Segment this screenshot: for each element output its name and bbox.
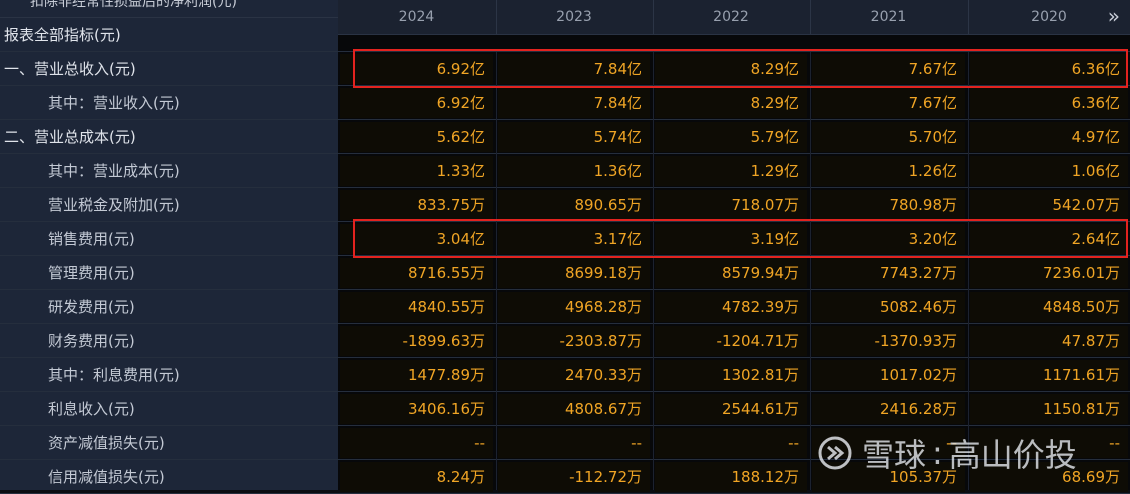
value-cell-2020: 4.97亿 bbox=[1071, 128, 1120, 146]
row-label: 营业税金及附加(元) bbox=[48, 196, 180, 214]
watermark-brand: 雪球 bbox=[862, 436, 927, 474]
table-row[interactable]: 营业税金及附加(元) 833.75万 890.65万 718.07万 780.98万 54… bbox=[0, 188, 1130, 222]
value-cell-2022: 4782.39万 bbox=[721, 298, 799, 316]
table-row[interactable]: 其中：利息费用(元) 1477.89万 2470.33万 1302.81万 1017.0… bbox=[0, 358, 1130, 392]
highlight-box bbox=[353, 49, 1128, 88]
value-cell-2023: 5.74亿 bbox=[593, 128, 642, 146]
value-cell-2023: 4968.28万 bbox=[564, 298, 642, 316]
value-cell-2023: -2303.87万 bbox=[559, 332, 642, 350]
value-cell-2024: -- bbox=[474, 434, 485, 452]
row-label: 财务费用(元) bbox=[48, 332, 135, 350]
value-cell-2021: 1017.02万 bbox=[879, 366, 957, 384]
table-row[interactable]: 研发费用(元) 4840.55万 4968.28万 4782.39万 5082.46万 4… bbox=[0, 290, 1130, 324]
value-cell-2020: 7236.01万 bbox=[1042, 264, 1120, 282]
value-cell-2021: 7.67亿 bbox=[908, 94, 957, 112]
value-cell-2023: 4808.67万 bbox=[564, 400, 642, 418]
value-cell-2022: 2544.61万 bbox=[721, 400, 799, 418]
value-cell-2024: 8.24万 bbox=[436, 468, 485, 486]
table-row[interactable]: 管理费用(元) 8716.55万 8699.18万 8579.94万 7743.27万 7… bbox=[0, 256, 1130, 290]
value-cell-2023: 1.36亿 bbox=[593, 162, 642, 180]
watermark-separator: : bbox=[932, 434, 943, 472]
watermark: 雪球 : 高山价投 bbox=[818, 428, 1077, 478]
value-cell-2024: 4840.55万 bbox=[407, 298, 485, 316]
value-cell-2023: -112.72万 bbox=[569, 468, 642, 486]
snowball-logo-icon bbox=[818, 436, 852, 470]
value-cell-2024: 1.33亿 bbox=[436, 162, 485, 180]
column-divider bbox=[810, 0, 811, 34]
year-header-2020[interactable]: 2020 bbox=[968, 0, 1130, 34]
row-label: 信用减值损失(元) bbox=[48, 468, 165, 486]
table-row[interactable]: 其中：营业成本(元) 1.33亿 1.36亿 1.29亿 1.26亿 1.06亿 bbox=[0, 154, 1130, 188]
value-cell-2021: 5082.46万 bbox=[879, 298, 957, 316]
truncated-row-label: 扣除非经常性损益后的净利润(元) bbox=[0, 0, 338, 18]
table-row[interactable]: 其中：营业收入(元) 6.92亿 7.84亿 8.29亿 7.67亿 6.36亿 bbox=[0, 86, 1130, 120]
section-title: 报表全部指标(元) bbox=[4, 26, 121, 44]
value-cell-2021: 1.26亿 bbox=[908, 162, 957, 180]
value-cell-2020: 47.87万 bbox=[1062, 332, 1120, 350]
value-cell-2022: 5.79亿 bbox=[750, 128, 799, 146]
value-cell-2024: 833.75万 bbox=[417, 196, 486, 214]
value-cell-2020: 542.07万 bbox=[1052, 196, 1121, 214]
value-cell-2020: 6.36亿 bbox=[1071, 94, 1120, 112]
year-header: » 2024 2023 2022 2021 2020 bbox=[338, 0, 1130, 35]
value-cell-2020: 1171.61万 bbox=[1042, 366, 1120, 384]
year-header-2021[interactable]: 2021 bbox=[810, 0, 967, 34]
column-divider bbox=[810, 52, 811, 490]
row-label: 其中：利息费用(元) bbox=[48, 366, 180, 384]
value-cell-2022: 188.12万 bbox=[731, 468, 800, 486]
value-cell-2020: 1.06亿 bbox=[1071, 162, 1120, 180]
row-label: 销售费用(元) bbox=[48, 230, 135, 248]
value-cell-2023: 2470.33万 bbox=[564, 366, 642, 384]
value-cell-2022: 718.07万 bbox=[731, 196, 800, 214]
table-row[interactable]: 二、营业总成本(元) 5.62亿 5.74亿 5.79亿 5.70亿 4.97亿 bbox=[0, 120, 1130, 154]
value-cell-2021: 780.98万 bbox=[889, 196, 958, 214]
row-label: 研发费用(元) bbox=[48, 298, 135, 316]
value-cell-2022: -1204.71万 bbox=[716, 332, 799, 350]
column-divider bbox=[653, 52, 654, 490]
value-cell-2024: 6.92亿 bbox=[436, 94, 485, 112]
value-cell-2020: 4848.50万 bbox=[1042, 298, 1120, 316]
column-divider bbox=[496, 0, 497, 34]
value-cell-2023: 7.84亿 bbox=[593, 94, 642, 112]
value-cell-2023: 890.65万 bbox=[574, 196, 643, 214]
row-label: 二、营业总成本(元) bbox=[4, 128, 136, 146]
value-cell-2023: -- bbox=[631, 434, 642, 452]
value-cell-2021: 5.70亿 bbox=[908, 128, 957, 146]
row-label: 管理费用(元) bbox=[48, 264, 135, 282]
value-cell-2024: -1899.63万 bbox=[402, 332, 485, 350]
value-cell-2022: 8579.94万 bbox=[721, 264, 799, 282]
row-label: 其中：营业成本(元) bbox=[48, 162, 180, 180]
year-header-2024[interactable]: 2024 bbox=[338, 0, 495, 34]
row-label: 其中：营业收入(元) bbox=[48, 94, 180, 112]
value-cell-2021: -1370.93万 bbox=[874, 332, 957, 350]
value-cell-2021: 2416.28万 bbox=[879, 400, 957, 418]
value-cell-2020: 1150.81万 bbox=[1042, 400, 1120, 418]
watermark-author: 高山价投 bbox=[948, 436, 1077, 474]
value-cell-2022: 1.29亿 bbox=[750, 162, 799, 180]
value-cell-2023: 8699.18万 bbox=[564, 264, 642, 282]
year-header-2023[interactable]: 2023 bbox=[496, 0, 652, 34]
value-cell-2024: 5.62亿 bbox=[436, 128, 485, 146]
column-divider bbox=[968, 52, 969, 490]
value-cell-2022: 1302.81万 bbox=[721, 366, 799, 384]
row-label: 利息收入(元) bbox=[48, 400, 135, 418]
financial-statement-table: 扣除非经常性损益后的净利润(元) » 2024 2023 2022 2021 2020 … bbox=[0, 0, 1130, 494]
row-label: 一、营业总收入(元) bbox=[4, 60, 136, 78]
value-cell-2022: 8.29亿 bbox=[750, 94, 799, 112]
table-row[interactable]: 财务费用(元) -1899.63万 -2303.87万 -1204.71万 -1370.… bbox=[0, 324, 1130, 358]
column-divider bbox=[653, 0, 654, 34]
value-cell-2024: 3406.16万 bbox=[407, 400, 485, 418]
value-cell-2024: 1477.89万 bbox=[407, 366, 485, 384]
value-cell-2021: 7743.27万 bbox=[879, 264, 957, 282]
column-divider bbox=[496, 52, 497, 490]
value-cell-2024: 8716.55万 bbox=[407, 264, 485, 282]
table-row[interactable]: 利息收入(元) 3406.16万 4808.67万 2544.61万 2416.28万 1… bbox=[0, 392, 1130, 426]
truncated-row-label-text: 扣除非经常性损益后的净利润(元) bbox=[30, 0, 237, 10]
highlight-box bbox=[353, 219, 1128, 258]
column-divider bbox=[968, 0, 969, 34]
value-cell-2022: -- bbox=[788, 434, 799, 452]
row-label: 资产减值损失(元) bbox=[48, 434, 165, 452]
year-header-2022[interactable]: 2022 bbox=[653, 0, 809, 34]
